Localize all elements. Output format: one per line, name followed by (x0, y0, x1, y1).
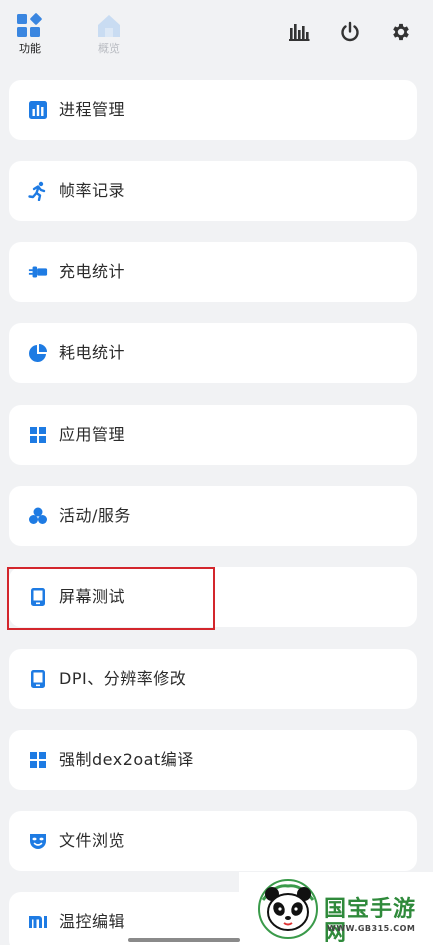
mask-icon (28, 831, 48, 851)
tablet-icon (28, 587, 48, 607)
menu-item-activity-service[interactable]: 活动/服务 (9, 486, 417, 546)
grid-icon (28, 750, 48, 770)
menu-item-label: 应用管理 (59, 425, 126, 444)
menu-item-screen-test[interactable]: 屏幕测试 (9, 567, 417, 627)
settings-button[interactable] (389, 20, 413, 44)
menu-item-label: DPI、分辨率修改 (59, 669, 187, 688)
tab-overview[interactable]: 概览 (89, 12, 129, 62)
menu-item-label: 强制dex2oat编译 (59, 750, 194, 769)
menu-item-charging-stats[interactable]: 充电统计 (9, 242, 417, 302)
menu-item-label: 文件浏览 (59, 831, 126, 850)
home-icon (98, 15, 120, 37)
grid-icon (28, 425, 48, 445)
pie-chart-icon (28, 343, 48, 363)
power-button[interactable] (338, 20, 362, 44)
menu-item-label: 温控编辑 (59, 912, 126, 931)
tab-functions[interactable]: 功能 (10, 12, 50, 62)
tab-overview-label: 概览 (98, 42, 120, 55)
menu-item-label: 进程管理 (59, 100, 126, 119)
top-bar: 功能 概览 (0, 0, 433, 72)
menu-item-app-manager[interactable]: 应用管理 (9, 405, 417, 465)
mi-icon (28, 912, 48, 932)
menu-item-label: 帧率记录 (59, 181, 126, 200)
menu-item-force-dex2oat[interactable]: 强制dex2oat编译 (9, 730, 417, 790)
bar-chart-icon (28, 100, 48, 120)
menu-item-process-manager[interactable]: 进程管理 (9, 80, 417, 140)
power-icon (341, 21, 359, 42)
running-icon (28, 181, 48, 201)
tablet-icon (28, 669, 48, 689)
stats-button[interactable] (287, 20, 311, 44)
menu-item-label: 活动/服务 (59, 506, 131, 525)
menu-item-file-browser[interactable]: 文件浏览 (9, 811, 417, 871)
gear-icon (393, 23, 409, 41)
panda-logo-icon (258, 879, 318, 939)
menu-item-dpi-resolution[interactable]: DPI、分辨率修改 (9, 649, 417, 709)
charger-icon (28, 262, 48, 282)
menu-item-power-usage-stats[interactable]: 耗电统计 (9, 323, 417, 383)
menu-item-label: 耗电统计 (59, 343, 126, 362)
watermark-url: WWW.GB315.COM (327, 924, 416, 933)
menu-item-label: 充电统计 (59, 262, 126, 281)
menu-item-label: 屏幕测试 (59, 587, 126, 606)
watermark-title: 国宝手游网 (324, 897, 417, 945)
bubbles-icon (28, 506, 48, 526)
bar-chart-icon (289, 24, 310, 41)
menu-item-fps-record[interactable]: 帧率记录 (9, 161, 417, 221)
site-watermark: 国宝手游网 WWW.GB315.COM (239, 872, 433, 945)
gesture-handle[interactable] (128, 938, 240, 942)
tab-functions-label: 功能 (19, 42, 41, 55)
grid-diamond-icon (17, 13, 42, 37)
